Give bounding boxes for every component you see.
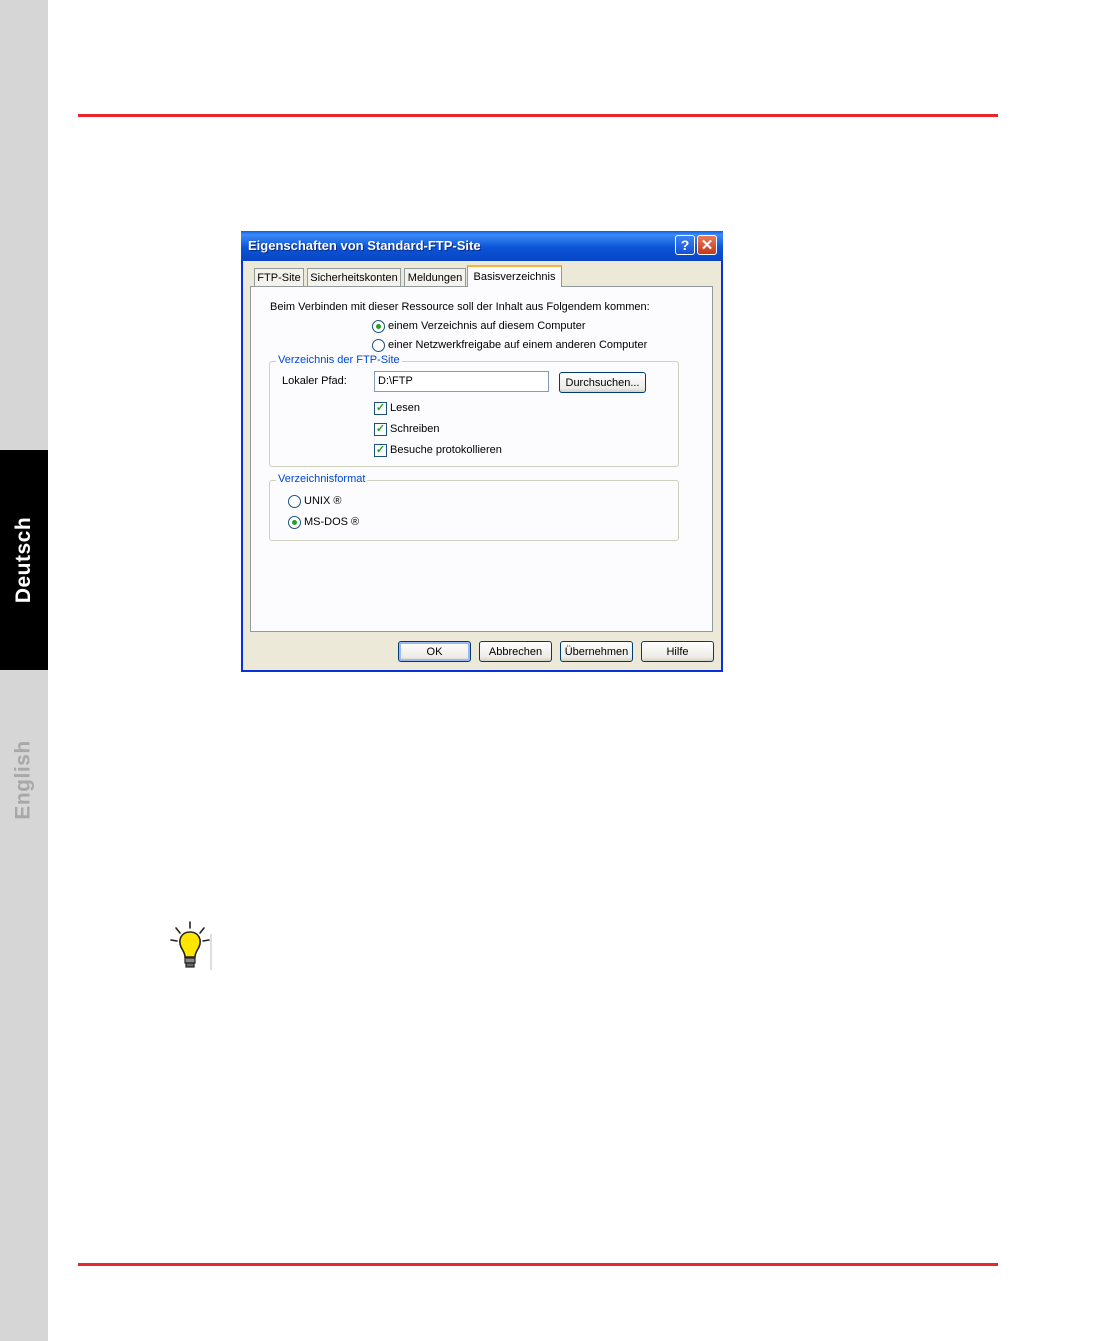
ftp-properties-dialog: Eigenschaften von Standard-FTP-Site ? ✕ … [241,231,723,672]
browse-button[interactable]: Durchsuchen... [559,372,646,393]
local-path-label: Lokaler Pfad: [282,375,347,387]
language-tab-english-label: English [12,740,35,820]
tab-label: Sicherheitskonten [310,271,398,284]
write-checkbox[interactable]: ✓ [374,423,387,436]
dialog-title: Eigenschaften von Standard-FTP-Site [248,238,481,253]
language-tab-deutsch-label: Deutsch [12,516,36,604]
cancel-button[interactable]: Abbrechen [479,641,552,662]
tab-label: FTP-Site [257,271,301,284]
tab-meldungen[interactable]: Meldungen [404,268,466,286]
intro-text: Beim Verbinden mit dieser Ressource soll… [270,301,650,313]
footer-rule [78,1263,998,1266]
format-unix-radio[interactable] [288,495,301,508]
source-network-radio[interactable] [372,339,385,352]
log-visits-label[interactable]: Besuche protokollieren [390,444,502,456]
ok-button[interactable]: OK [398,641,471,662]
tab-label: Meldungen [407,271,463,284]
language-tab-english: English [0,690,48,870]
write-label[interactable]: Schreiben [390,423,440,435]
format-msdos-radio[interactable] [288,516,301,529]
tab-label: Basisverzeichnis [473,271,556,283]
source-network-label[interactable]: einer Netzwerkfreigabe auf einem anderen… [388,339,647,351]
format-unix-label[interactable]: UNIX ® [304,495,341,507]
help-icon[interactable]: ? [675,235,695,255]
read-checkbox[interactable]: ✓ [374,402,387,415]
language-tab-deutsch: Deutsch [0,450,48,670]
ftp-directory-group: Verzeichnis der FTP-Site Lokaler Pfad: D… [269,354,679,467]
directory-format-legend: Verzeichnisformat [276,473,368,485]
lightbulb-icon [170,921,212,970]
source-local-label[interactable]: einem Verzeichnis auf diesem Computer [388,320,585,332]
apply-button[interactable]: Übernehmen [560,641,633,662]
dialog-titlebar[interactable]: Eigenschaften von Standard-FTP-Site ? ✕ [241,231,723,261]
local-path-input[interactable]: D:\FTP [374,371,549,392]
directory-format-group: Verzeichnisformat UNIX ® MS-DOS ® [269,473,679,541]
source-local-radio[interactable] [372,320,385,333]
language-sidebar [0,0,48,1341]
tab-ftp-site[interactable]: FTP-Site [254,268,304,286]
ftp-directory-legend: Verzeichnis der FTP-Site [276,354,402,366]
tab-sicherheitskonten[interactable]: Sicherheitskonten [307,268,401,286]
tab-panel: Beim Verbinden mit dieser Ressource soll… [250,286,713,632]
read-label[interactable]: Lesen [390,402,420,414]
tab-basisverzeichnis[interactable]: Basisverzeichnis [467,265,562,287]
close-icon[interactable]: ✕ [697,235,717,255]
log-visits-checkbox[interactable]: ✓ [374,444,387,457]
format-msdos-label[interactable]: MS-DOS ® [304,516,359,528]
header-rule [78,114,998,117]
help-button[interactable]: Hilfe [641,641,714,662]
